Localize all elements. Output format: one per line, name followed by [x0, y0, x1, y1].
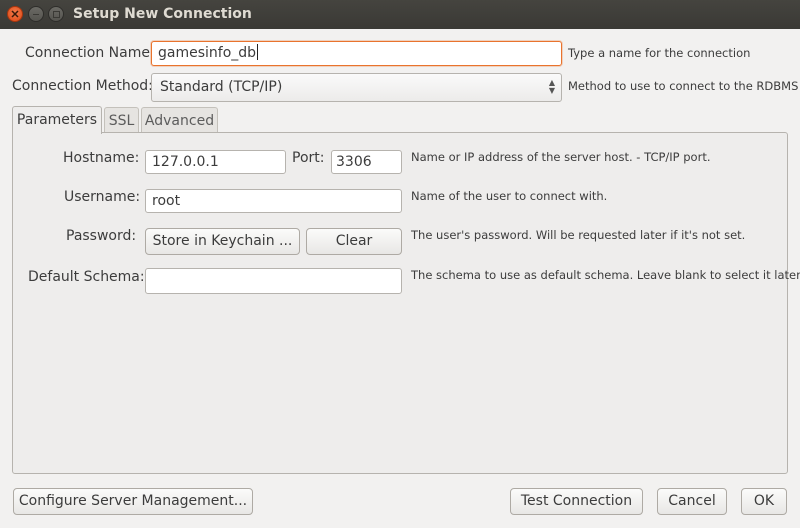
default-schema-label: Default Schema: [28, 269, 145, 285]
tab-ssl[interactable]: SSL [104, 107, 139, 134]
connection-name-hint: Type a name for the connection [568, 46, 751, 60]
tab-advanced[interactable]: Advanced [141, 107, 218, 134]
connection-method-select[interactable]: Standard (TCP/IP) ▲ ▼ [151, 73, 562, 102]
connection-method-hint: Method to use to connect to the RDBMS [568, 79, 799, 93]
default-schema-input[interactable] [145, 268, 402, 294]
tab-parameters[interactable]: Parameters [12, 106, 102, 134]
port-label: Port: [292, 150, 325, 166]
clear-password-button[interactable]: Clear [306, 228, 402, 255]
minimize-icon[interactable] [28, 6, 44, 22]
username-label: Username: [64, 189, 141, 205]
close-icon[interactable] [7, 6, 23, 22]
hostname-input[interactable]: 127.0.0.1 [145, 150, 286, 174]
connection-name-label: Connection Name: [25, 45, 155, 61]
default-schema-hint: The schema to use as default schema. Lea… [411, 268, 800, 282]
window-title: Setup New Connection [73, 6, 252, 22]
test-connection-button[interactable]: Test Connection [510, 488, 643, 515]
hostname-label: Hostname: [63, 150, 140, 166]
username-input[interactable]: root [145, 189, 402, 213]
connection-name-value: gamesinfo_db [158, 45, 257, 61]
password-label: Password: [66, 228, 137, 244]
cancel-button[interactable]: Cancel [657, 488, 727, 515]
username-hint: Name of the user to connect with. [411, 189, 608, 203]
window-titlebar: Setup New Connection [0, 0, 800, 29]
configure-server-management-button[interactable]: Configure Server Management... [13, 488, 253, 515]
port-input[interactable]: 3306 [331, 150, 402, 174]
connection-name-input[interactable]: gamesinfo_db [151, 41, 562, 66]
hostname-hint: Name or IP address of the server host. -… [411, 150, 711, 164]
text-caret [257, 44, 259, 60]
password-hint: The user's password. Will be requested l… [411, 228, 746, 242]
ok-button[interactable]: OK [741, 488, 787, 515]
parameters-panel [12, 132, 788, 474]
connection-method-label: Connection Method: [12, 78, 153, 94]
store-in-keychain-button[interactable]: Store in Keychain ... [145, 228, 300, 255]
connection-method-value: Standard (TCP/IP) [160, 79, 283, 95]
updown-arrows-icon: ▲ ▼ [548, 78, 555, 95]
maximize-icon[interactable] [48, 6, 64, 22]
